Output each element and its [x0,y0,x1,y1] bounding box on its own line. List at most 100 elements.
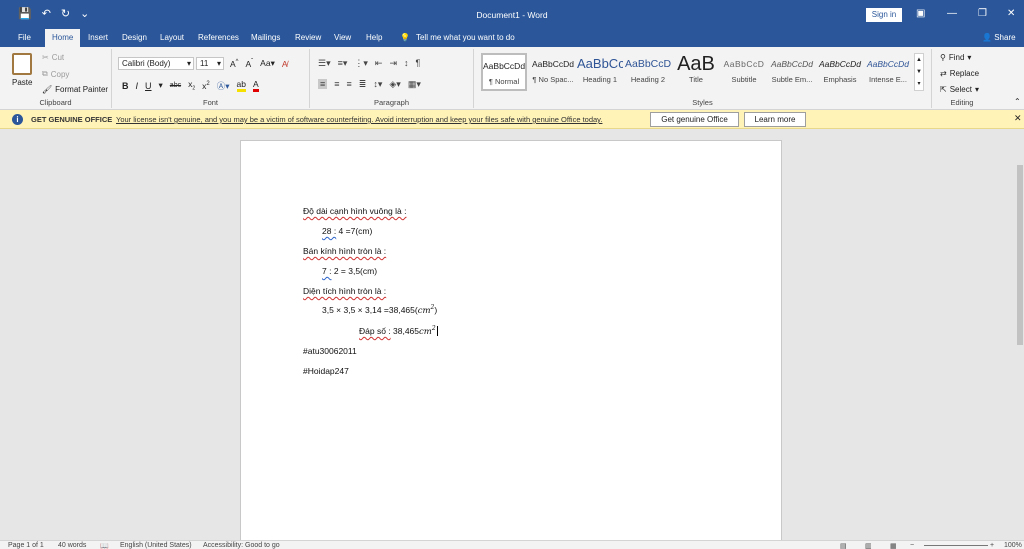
collapse-ribbon-icon[interactable]: ⌃ [1014,97,1021,106]
align-center-icon[interactable]: ≡ [334,79,339,89]
restore-icon[interactable]: ❐ [978,8,987,20]
style-sample: AaBbCcDd [866,59,910,69]
tab-mailings[interactable]: Mailings [251,29,280,47]
page-count[interactable]: Page 1 of 1 [8,542,44,549]
editing-group: ⚲ Find ▾ ⇄ Replace ⇱ Select ▾ Editing [932,49,992,108]
message-title: GET GENUINE OFFICE [31,115,113,124]
tab-review[interactable]: Review [295,29,321,47]
shading-icon[interactable]: ◈▾ [389,79,400,89]
tab-insert[interactable]: Insert [88,29,108,47]
superscript-icon[interactable]: x2 [202,81,210,91]
zoom-slider[interactable] [924,545,988,546]
format-painter-button[interactable]: 🖌 Format Painter [42,85,108,94]
justify-icon[interactable]: ≣ [359,79,367,89]
proofing-icon[interactable]: 📖 [100,542,109,549]
highlight-icon[interactable]: ab [236,79,246,92]
subscript-icon[interactable]: x2 [188,79,195,92]
style-emphasis[interactable]: AaBbCcDd Emphasis [817,53,863,91]
text-effects-icon[interactable]: Ⓐ▾ [217,80,230,92]
document-page[interactable]: Độ dài cạnh hình vuông là : 28 : 4 =7(cm… [240,140,782,542]
sign-in-button[interactable]: Sign in [866,8,902,22]
chevron-down-icon: ▾ [974,85,979,94]
tab-help[interactable]: Help [366,29,382,47]
chevron-down-icon: ▾ [967,53,972,62]
zoom-out-icon[interactable]: − [910,542,914,549]
numbering-icon[interactable]: ≡▾ [338,58,348,68]
doc-line-7: Đáp số : 38,465cm2​ [359,325,438,337]
minimize-icon[interactable]: — [947,8,957,20]
web-layout-icon[interactable]: ▦ [890,542,897,549]
style-no-spacing[interactable]: AaBbCcDd ¶ No Spac... [530,53,576,91]
style-subtle-emphasis[interactable]: AaBbCcDd Subtle Em... [769,53,815,91]
lightbulb-icon: 💡 [400,33,410,42]
zoom-level[interactable]: 100% [1004,542,1022,549]
clipboard-group-label: Clipboard [39,98,72,107]
vertical-scrollbar[interactable] [1016,130,1024,540]
strikethrough-icon[interactable]: abc [170,82,181,89]
bullets-icon[interactable]: ☰▾ [318,58,331,68]
close-icon[interactable]: ✕ [1007,8,1015,20]
message-text[interactable]: Your license isn't genuine, and you may … [116,115,602,124]
tab-home[interactable]: Home [45,29,81,47]
tab-view[interactable]: View [334,29,351,47]
tab-design[interactable]: Design [122,29,147,47]
paste-button[interactable]: Paste [12,53,32,87]
underline-icon[interactable]: U [145,81,152,91]
language-status[interactable]: English (United States) [120,542,192,549]
font-color-icon[interactable]: A [252,79,259,92]
italic-icon[interactable]: I [136,81,139,91]
bold-icon[interactable]: B [122,81,129,91]
show-marks-icon[interactable]: ¶ [416,58,421,68]
tell-me-label: Tell me what you want to do [415,33,515,42]
ribbon-display-options-icon[interactable]: ▣ [916,8,925,20]
tab-file[interactable]: File [18,29,31,47]
font-name-select[interactable]: Calibri (Body) ▾ [118,57,194,70]
align-left-icon[interactable]: ≡ [318,79,328,89]
grow-font-icon[interactable]: A^ [230,59,239,69]
style-subtitle[interactable]: AaBbCcD Subtitle [721,53,767,91]
style-heading-1[interactable]: AaBbCc Heading 1 [577,53,623,91]
doc-line-6-close: ) [434,304,438,315]
style-normal[interactable]: AaBbCcDd ¶ Normal [481,53,527,91]
style-intense-emphasis[interactable]: AaBbCcDd Intense E... [865,53,911,91]
line-spacing-icon[interactable]: ↕▾ [373,79,382,89]
replace-button[interactable]: ⇄ Replace [940,69,979,78]
zoom-in-icon[interactable]: + [990,542,994,549]
borders-icon[interactable]: ▦▾ [408,79,421,89]
tab-references[interactable]: References [198,29,239,47]
align-right-icon[interactable]: ≡ [347,79,352,89]
read-mode-icon[interactable]: ▤ [840,542,847,549]
select-button[interactable]: ⇱ Select ▾ [940,85,979,94]
copy-button[interactable]: ⧉ Copy [42,69,69,79]
font-size-select[interactable]: 11 ▾ [196,57,224,70]
underline-dropdown-icon[interactable]: ▾ [159,80,163,91]
style-heading-2[interactable]: AaBbCcD Heading 2 [625,53,671,91]
style-title[interactable]: AaB Title [673,53,719,91]
share-button[interactable]: 👤 Share [982,29,1016,47]
get-genuine-office-button[interactable]: Get genuine Office [650,112,739,127]
info-icon: i [12,114,23,125]
close-icon[interactable]: ✕ [1014,113,1022,124]
status-bar: Page 1 of 1 40 words 📖 English (United S… [0,540,1024,549]
style-name: Title [689,75,703,84]
tab-layout[interactable]: Layout [160,29,184,47]
paragraph-align-tools: ≡ ≡ ≡ ≣ ↕▾ ◈▾ ▦▾ [318,79,421,89]
change-case-icon[interactable]: Aa▾ [260,58,275,69]
styles-gallery-scroll[interactable]: ▲ ▼ ▾ [914,53,924,91]
decrease-indent-icon[interactable]: ⇤ [375,58,383,68]
sort-icon[interactable]: ↕ [404,58,409,68]
shrink-font-icon[interactable]: Aˇ [246,59,254,69]
word-count[interactable]: 40 words [58,542,86,549]
multilevel-list-icon[interactable]: ⋮▾ [354,58,368,68]
clear-formatting-icon[interactable]: A̸ [282,59,288,69]
learn-more-button[interactable]: Learn more [744,112,806,127]
text-cursor: ​ [436,325,438,336]
accessibility-status[interactable]: Accessibility: Good to go [203,542,280,549]
find-button[interactable]: ⚲ Find ▾ [940,53,971,62]
tell-me-search[interactable]: 💡 Tell me what you want to do [400,29,515,47]
doc-line-7-label: Đáp số : [359,325,391,336]
cut-button[interactable]: ✂ Cut [42,53,64,62]
increase-indent-icon[interactable]: ⇥ [389,58,397,68]
print-layout-icon[interactable]: ▥ [865,542,872,549]
scrollbar-thumb[interactable] [1017,165,1023,345]
